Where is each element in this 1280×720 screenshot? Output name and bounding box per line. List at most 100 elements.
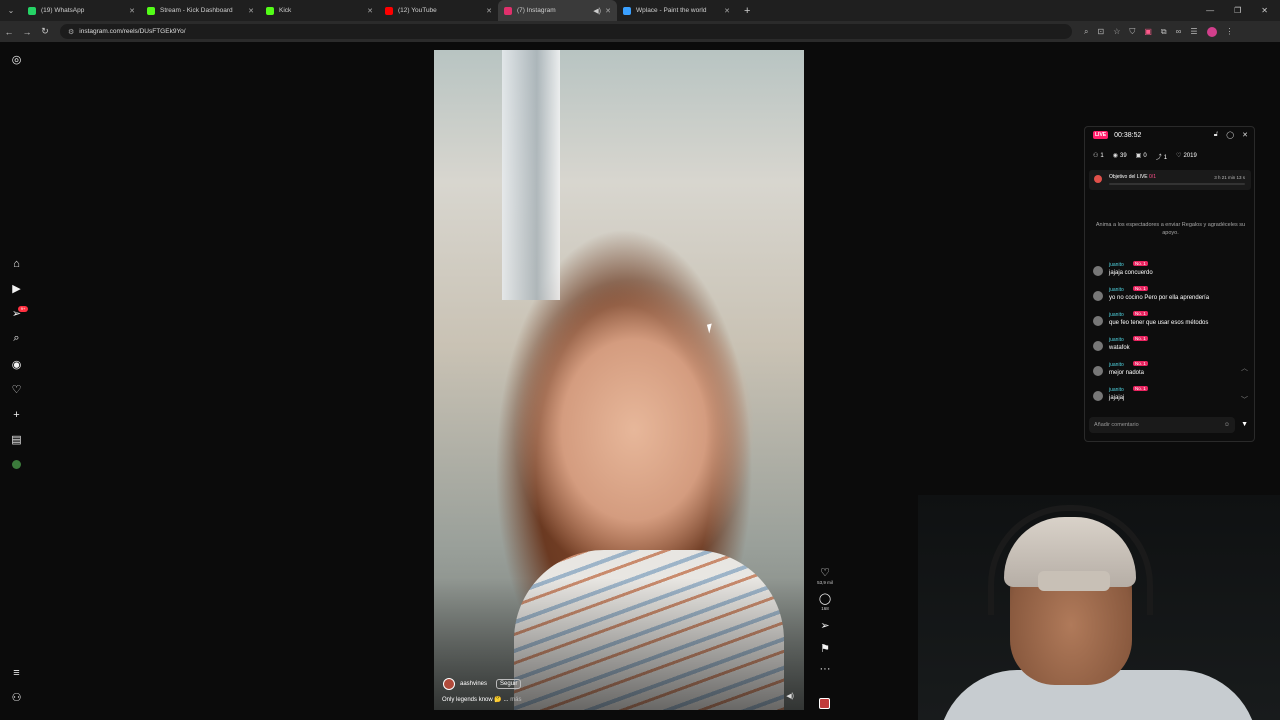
home-icon[interactable]: ⌂ xyxy=(10,257,23,270)
tab-youtube[interactable]: (12) YouTube ✕ xyxy=(379,0,498,21)
audio-thumbnail[interactable] xyxy=(819,698,830,709)
maximize-icon[interactable]: ❐ xyxy=(1234,6,1241,15)
url-text: instagram.com/reels/DUsFTGEk9Yo/ xyxy=(79,28,186,35)
menu-icon[interactable]: ≡ xyxy=(10,666,23,679)
close-tab-icon[interactable]: ✕ xyxy=(129,7,135,15)
comment-placeholder: Añadir comentario xyxy=(1094,422,1139,428)
author-name[interactable]: aashvines xyxy=(460,681,487,687)
filter-icon[interactable]: ▼ xyxy=(1241,421,1248,428)
heart-icon[interactable]: ♡ xyxy=(10,383,23,396)
wplace-favicon-icon xyxy=(623,6,631,15)
chat-user[interactable]: juanito xyxy=(1109,312,1124,318)
shield-icon[interactable]: ⛉ xyxy=(1129,27,1135,37)
like-button[interactable]: ♡ 53,9 mil xyxy=(812,566,838,585)
install-icon[interactable]: ⊡ xyxy=(1097,27,1104,36)
instagram-icon[interactable]: ◎ xyxy=(10,53,23,66)
minimize-icon[interactable]: — xyxy=(1206,6,1214,15)
browser-menu-icon[interactable]: ⋮ xyxy=(1226,27,1234,36)
heart-icon: ♡ xyxy=(820,567,830,579)
tab-kick-dashboard[interactable]: Stream - Kick Dashboard ✕ xyxy=(141,0,260,21)
forward-icon[interactable]: → xyxy=(18,27,36,37)
tab-instagram[interactable]: (7) Instagram ◀) ✕ xyxy=(498,0,617,21)
site-info-icon[interactable]: ⚙ xyxy=(68,28,74,36)
chat-user[interactable]: juanito xyxy=(1109,362,1124,368)
tab-kick[interactable]: Kick ✕ xyxy=(260,0,379,21)
save-button[interactable]: ⚑ xyxy=(812,642,838,655)
tab-search-icon[interactable]: ⌄ xyxy=(0,0,22,21)
tab-whatsapp[interactable]: (19) WhatsApp ✕ xyxy=(22,0,141,21)
close-tab-icon[interactable]: ✕ xyxy=(486,7,492,15)
webcam-headset xyxy=(988,505,1153,615)
create-icon[interactable]: + xyxy=(10,408,23,421)
guests-stat: ⚇ 1 xyxy=(1093,153,1104,159)
close-icon[interactable]: ✕ xyxy=(1242,131,1248,139)
chat-user[interactable]: juanito xyxy=(1109,337,1124,343)
dashboard-icon[interactable]: ▤ xyxy=(10,433,23,446)
more-button[interactable]: ··· xyxy=(812,663,838,676)
reel-video[interactable]: aashvines Seguir Only legends know 🤔 ...… xyxy=(434,50,804,710)
close-window-icon[interactable]: ✕ xyxy=(1261,6,1268,15)
gifts-stat: ▣ 0 xyxy=(1135,153,1147,159)
new-tab-icon[interactable]: + xyxy=(744,5,750,17)
bookmark-icon: ⚑ xyxy=(820,643,830,655)
live-goal[interactable]: Objetivo del LIVE 0/1 3 h 21 min 13 s xyxy=(1089,170,1251,190)
author-avatar[interactable] xyxy=(443,678,455,690)
goal-time: 3 h 21 min 13 s xyxy=(1214,175,1245,180)
browser-tab-bar: ⌄ (19) WhatsApp ✕ Stream - Kick Dashboard… xyxy=(0,0,1280,21)
chevron-up-icon[interactable]: ︿ xyxy=(1241,363,1248,373)
url-field[interactable]: ⚙ instagram.com/reels/DUsFTGEk9Yo/ xyxy=(60,24,1072,39)
tab-groups-icon[interactable]: ☰ xyxy=(1190,27,1197,36)
close-tab-icon[interactable]: ✕ xyxy=(605,7,611,15)
bookmark-star-icon[interactable]: ☆ xyxy=(1113,27,1120,36)
share-button[interactable]: ➢ xyxy=(812,619,838,632)
chat-text: jajaja concuerdo xyxy=(1109,270,1153,276)
volume-icon[interactable]: ◀) xyxy=(786,692,794,700)
avatar xyxy=(1093,366,1103,376)
settings-icon[interactable]: ◯ xyxy=(1226,131,1234,139)
comment-input[interactable]: Añadir comentario ☺ xyxy=(1089,417,1235,433)
chat-user[interactable]: juanito xyxy=(1109,387,1124,393)
reload-icon[interactable]: ↻ xyxy=(36,26,54,37)
chat-message: juanito No. 1 jajaja concuerdo xyxy=(1091,261,1251,286)
kick-favicon-icon xyxy=(147,6,155,15)
explore-icon[interactable]: ◉ xyxy=(10,358,23,371)
avatar xyxy=(1093,266,1103,276)
live-badge: LIVE xyxy=(1093,131,1109,139)
close-tab-icon[interactable]: ✕ xyxy=(367,7,373,15)
search-icon[interactable]: ⌕ xyxy=(10,332,23,345)
rank-tag: No. 1 xyxy=(1133,286,1148,291)
zoom-icon[interactable]: ⌕ xyxy=(1084,27,1088,37)
close-tab-icon[interactable]: ✕ xyxy=(248,7,254,15)
link-icon[interactable]: ∞ xyxy=(1176,27,1182,36)
back-icon[interactable]: ← xyxy=(0,27,18,37)
users-icon: ⚇ xyxy=(1093,153,1099,159)
likes-stat: ♡ 2019 xyxy=(1176,153,1197,159)
tab-wplace[interactable]: Wplace - Paint the world ✕ xyxy=(617,0,736,21)
tab-label: (12) YouTube xyxy=(398,7,437,14)
live-panel: LIVE 00:38:52 🔓︎ ◯ ✕ ⚇ 1 ◉ 39 ▣ 0 ⤴ 1 ♡ 2019 … xyxy=(1084,126,1255,442)
profile-icon[interactable] xyxy=(10,458,23,471)
rank-tag: No. 1 xyxy=(1133,311,1148,316)
address-bar-row: ← → ↻ ⚙ instagram.com/reels/DUsFTGEk9Yo/… xyxy=(0,21,1280,42)
youtube-favicon-icon xyxy=(385,6,393,15)
chat-user[interactable]: juanito xyxy=(1109,287,1124,293)
chevron-down-icon[interactable]: ﹀ xyxy=(1241,395,1248,405)
close-tab-icon[interactable]: ✕ xyxy=(724,7,730,15)
share-icon: ⤴ xyxy=(1155,155,1162,161)
record-icon[interactable]: ▣ xyxy=(1144,27,1152,36)
speaker-icon[interactable]: ◀) xyxy=(593,7,601,15)
caption-more-link[interactable]: más xyxy=(510,697,521,703)
tab-label: (7) Instagram xyxy=(517,7,556,14)
follow-button[interactable]: Seguir xyxy=(496,679,522,689)
chat-user[interactable]: juanito xyxy=(1109,262,1124,268)
emoji-icon[interactable]: ☺ xyxy=(1224,422,1230,428)
chat-message: juanito No. 1 mejor nadota xyxy=(1091,361,1251,386)
comment-button[interactable]: ◯ 168 xyxy=(812,592,838,611)
rank-tag: No. 1 xyxy=(1133,361,1148,366)
window-controls: — ❐ ✕ xyxy=(1206,0,1268,21)
profile-avatar[interactable] xyxy=(1206,26,1217,37)
extensions-icon[interactable]: ⧉ xyxy=(1161,27,1167,37)
meta-icon[interactable]: ⚇ xyxy=(10,691,23,704)
lock-icon[interactable]: 🔓︎ xyxy=(1214,131,1219,139)
reels-icon[interactable]: ▶ xyxy=(10,282,23,295)
